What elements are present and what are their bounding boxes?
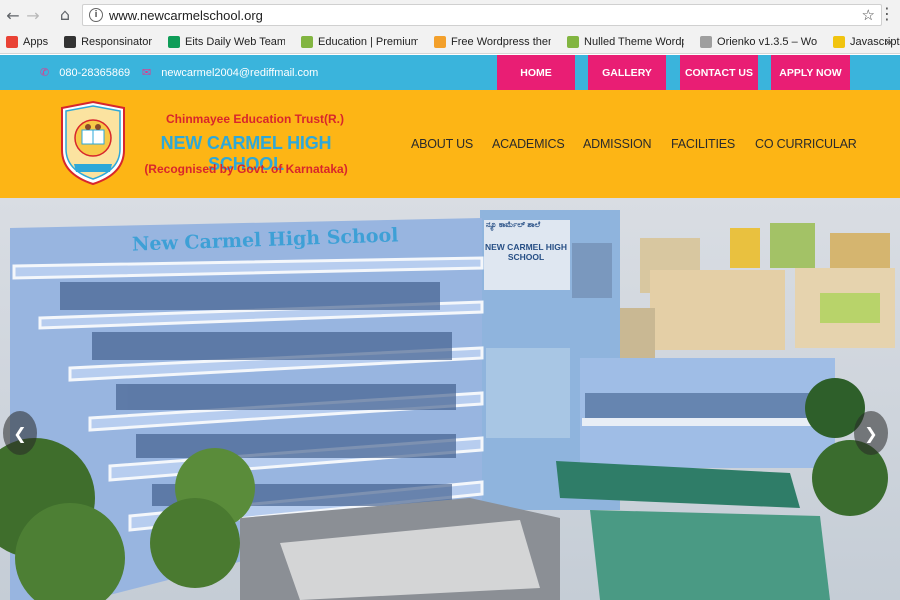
school-logo[interactable]: [60, 100, 126, 186]
phone-icon: ✆: [40, 66, 50, 79]
home-icon[interactable]: ⌂: [54, 3, 76, 25]
nav-gallery-button[interactable]: GALLERY: [588, 55, 666, 90]
script-icon: [833, 35, 846, 48]
recognition-text: (Recognised by Govt. of Karnataka): [144, 162, 348, 176]
bookmark-icon: [434, 35, 447, 48]
building-board-english: NEW CARMEL HIGH SCHOOL: [484, 242, 567, 262]
slider-prev-icon[interactable]: ❮: [3, 411, 37, 455]
bookmark-item[interactable]: Free Wordpress them: [428, 35, 552, 48]
bookmark-item[interactable]: Eits Daily Web Team: [162, 35, 286, 48]
site-header: Chinmayee Education Trust(R.) NEW CARMEL…: [0, 90, 900, 198]
nav-about-us[interactable]: ABOUT US: [411, 90, 473, 198]
phone-number: 080-28365869: [59, 66, 131, 79]
envelope-icon: ✉: [142, 66, 152, 79]
bookmark-label: Eits Daily Web Team: [185, 35, 286, 48]
bookmark-item[interactable]: Apps: [0, 35, 49, 48]
browser-menu-icon[interactable]: ⋮: [879, 4, 895, 23]
email-address: newcarmel2004@rediffmail.com: [161, 66, 319, 79]
bookmarks-overflow-icon[interactable]: »: [885, 34, 892, 49]
slider-next-icon[interactable]: ❯: [854, 411, 888, 455]
sheets-icon: [168, 35, 181, 48]
apps-grid-icon: [6, 35, 18, 48]
bookmark-item[interactable]: Responsinator: [58, 35, 153, 48]
trust-name: Chinmayee Education Trust(R.): [165, 112, 345, 126]
nav-apply-now-button[interactable]: APPLY NOW: [771, 55, 850, 90]
envato-icon: [567, 35, 580, 48]
bookmark-label: Nulled Theme Wordp: [584, 35, 685, 48]
bookmark-star-icon[interactable]: ☆: [862, 6, 875, 24]
bookmark-item[interactable]: Nulled Theme Wordp: [561, 35, 685, 48]
nav-admission[interactable]: ADMISSION: [583, 90, 652, 198]
bookmark-label: Apps: [23, 35, 49, 48]
url-text: www.newcarmelschool.org: [109, 7, 263, 23]
building-board-kannada: ನ್ಯೂ ಕಾರ್ಮೆಲ್ ಶಾಲೆ: [486, 220, 541, 229]
bookmark-label: Responsinator: [81, 35, 153, 48]
bookmark-label: Free Wordpress them: [451, 35, 552, 48]
email-contact[interactable]: ✉ newcarmel2004@rediffmail.com: [142, 55, 318, 90]
site-info-icon[interactable]: i: [89, 8, 103, 22]
bookmark-label: Javascript Scripts, Fre: [850, 35, 900, 48]
nav-facilities[interactable]: FACILITIES: [671, 90, 735, 198]
school-building-photo: [0, 198, 900, 600]
nav-co-curricular[interactable]: CO CURRICULAR: [755, 90, 857, 198]
back-icon[interactable]: ←: [2, 4, 24, 26]
forward-icon[interactable]: →: [22, 4, 44, 26]
address-bar[interactable]: i www.newcarmelschool.org ☆: [82, 4, 882, 26]
bookmarks-bar: Apps Responsinator Eits Daily Web Team Educ…: [0, 30, 900, 54]
bookmark-item[interactable]: Orienko v1.3.5 – Woc: [694, 35, 818, 48]
browser-toolbar: ← → ⌂ i www.newcarmelschool.org ☆ ⋮: [0, 0, 900, 30]
page-icon: [700, 35, 713, 48]
site-topbar: ✆ 080-28365869 ✉ newcarmel2004@rediffmai…: [0, 55, 900, 90]
responsinator-icon: [64, 35, 77, 48]
envato-icon: [301, 35, 314, 48]
bookmark-label: Orienko v1.3.5 – Woc: [717, 35, 818, 48]
phone-contact: ✆ 080-28365869: [40, 55, 130, 90]
bookmark-label: Education | Premium: [318, 35, 419, 48]
nav-academics[interactable]: ACADEMICS: [492, 90, 565, 198]
nav-contact-us-button[interactable]: CONTACT US: [680, 55, 758, 90]
hero-slider: New Carmel High School ನ್ಯೂ ಕಾರ್ಮೆಲ್ ಶಾಲ…: [0, 198, 900, 600]
bookmark-item[interactable]: Education | Premium: [295, 35, 419, 48]
nav-home-button[interactable]: HOME: [497, 55, 575, 90]
